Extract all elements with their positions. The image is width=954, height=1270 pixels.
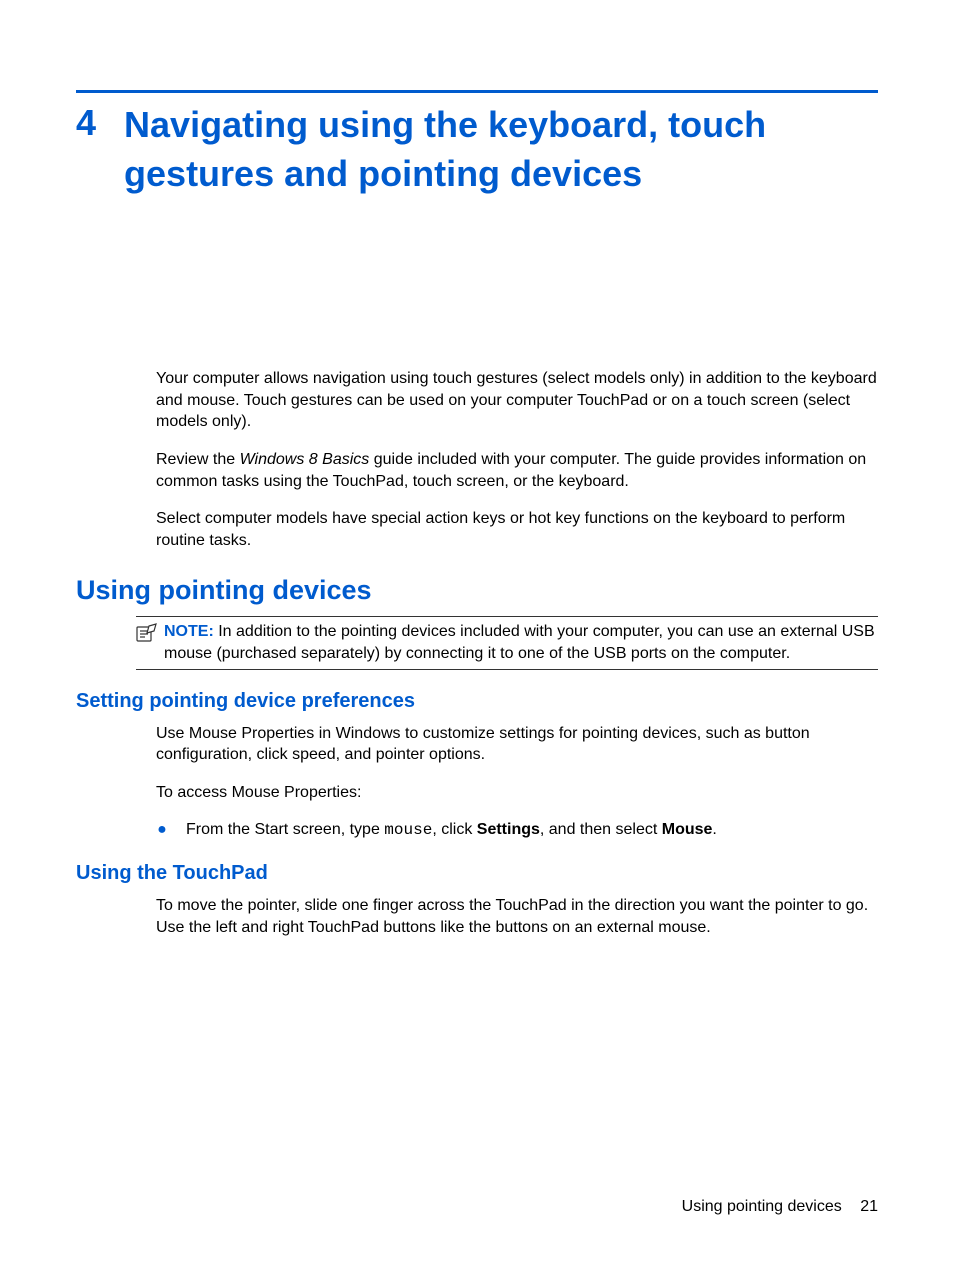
touchpad-paragraph-1: To move the pointer, slide one finger ac… (156, 895, 878, 938)
bold-mouse: Mouse (662, 821, 713, 838)
note-callout: NOTE: In addition to the pointing device… (136, 616, 878, 669)
intro-paragraph-3: Select computer models have special acti… (156, 508, 878, 551)
note-content: NOTE: In addition to the pointing device… (164, 621, 878, 664)
intro-paragraph-1: Your computer allows navigation using to… (156, 368, 878, 433)
text: Review the (156, 451, 240, 468)
chapter-title: Navigating using the keyboard, touch ges… (124, 101, 878, 198)
chapter-heading: 4 Navigating using the keyboard, touch g… (76, 101, 878, 198)
subsection-heading-touchpad: Using the TouchPad (76, 862, 878, 885)
top-rule (76, 90, 878, 93)
text: , and then select (540, 821, 662, 838)
bullet-text: From the Start screen, type mouse, click… (186, 819, 717, 842)
mono-text: mouse (384, 821, 432, 839)
preferences-paragraph-2: To access Mouse Properties: (156, 782, 878, 804)
footer-section-name: Using pointing devices (682, 1198, 842, 1215)
text: From the Start screen, type (186, 821, 384, 838)
intro-paragraph-2: Review the Windows 8 Basics guide includ… (156, 449, 878, 492)
bullet-item: ● From the Start screen, type mouse, cli… (156, 819, 878, 842)
note-label: NOTE: (164, 623, 214, 640)
preferences-paragraph-1: Use Mouse Properties in Windows to custo… (156, 723, 878, 766)
section-heading-pointing-devices: Using pointing devices (76, 575, 878, 606)
note-text: In addition to the pointing devices incl… (164, 623, 875, 662)
document-page: 4 Navigating using the keyboard, touch g… (0, 0, 954, 1014)
text: . (712, 821, 716, 838)
page-footer: Using pointing devices 21 (682, 1198, 878, 1216)
chapter-number: 4 (76, 101, 96, 144)
text: , click (432, 821, 476, 838)
footer-page-number: 21 (860, 1198, 878, 1216)
bold-settings: Settings (477, 821, 540, 838)
note-icon (136, 621, 158, 664)
bullet-icon: ● (156, 819, 168, 842)
subsection-heading-preferences: Setting pointing device preferences (76, 690, 878, 713)
emphasis-guide-name: Windows 8 Basics (240, 451, 370, 468)
